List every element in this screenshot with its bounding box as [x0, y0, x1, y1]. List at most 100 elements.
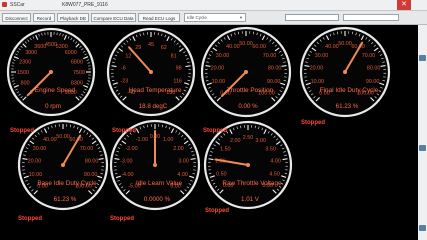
major-tick — [281, 65, 287, 67]
tick-label: 2.00 — [230, 138, 241, 144]
gauge-base-idle-duty-cycle: 0.0010.0020.0030.0040.0050.0060.0070.008… — [17, 119, 109, 211]
tick-label: 98 — [176, 66, 182, 72]
gauge-label: Raw Throttle Voltage — [222, 180, 282, 187]
app-name: SSCar — [10, 2, 25, 8]
tick-label: 2.50 — [243, 135, 254, 141]
needle-hub — [61, 163, 65, 167]
gauge-label: Throttle Position — [227, 87, 274, 94]
tick-label: 80.00 — [367, 65, 381, 71]
gauge-status: Stopped — [18, 216, 42, 222]
tick-label: -2.00 — [125, 146, 137, 152]
tick-label: 116 — [173, 79, 182, 85]
tick-label: 1.00 — [163, 137, 174, 143]
tick-label: -4.00 — [121, 172, 133, 178]
gauge-label: Engine Speed — [35, 87, 76, 94]
read-ecu-logs-button[interactable]: Read ECU Logs — [138, 13, 180, 22]
tick-label: 1.50 — [220, 147, 231, 153]
tick-label: 29 — [135, 45, 141, 51]
major-tick — [114, 158, 120, 160]
gauge-status: Stopped — [301, 120, 325, 126]
tick-label: 3.00 — [255, 138, 266, 144]
tick-label: 40.00 — [43, 137, 57, 143]
tick-label: -3.00 — [120, 158, 132, 164]
document-name: K8W077_PRE_9116 — [62, 2, 108, 8]
major-tick — [190, 158, 196, 160]
tick-label: -6 — [121, 66, 126, 72]
gauge-raw-throttle-voltage: 0.000.501.001.502.002.503.003.504.004.50… — [203, 120, 293, 210]
needle-hub — [49, 70, 53, 74]
tick-label: 60.00 — [252, 44, 266, 50]
tick-label: 80.00 — [85, 158, 99, 164]
compare-ecu-data-button[interactable]: Compare ECU Data — [91, 13, 136, 22]
mode-select-value: Idle Cycle — [187, 15, 207, 20]
tick-label: 30.00 — [33, 146, 47, 152]
tick-label: 20.00 — [211, 65, 225, 71]
needle-hub — [153, 163, 157, 167]
tick-label: 50.00 — [239, 41, 253, 47]
gauge-value: 0 rpm — [45, 103, 61, 110]
tick-label: 2.00 — [173, 146, 184, 152]
tick-label: 2300 — [19, 59, 31, 65]
tick-label: 4.50 — [269, 172, 280, 178]
side-button-1[interactable] — [419, 55, 426, 61]
gauge-engine-speed: 0800150023003000360045005300600068007500… — [6, 27, 96, 117]
close-icon[interactable]: ✕ — [397, 0, 411, 10]
tick-label: 4.00 — [270, 159, 281, 165]
tick-label: 6800 — [71, 59, 83, 65]
major-tick — [111, 65, 117, 68]
tick-label: 3000 — [25, 50, 37, 56]
gauge-value: 18.8 degC — [139, 103, 168, 110]
tick-label: 30.00 — [315, 53, 329, 59]
right-toolbar — [418, 25, 427, 240]
record-button[interactable]: Record — [33, 13, 55, 22]
app-icon — [2, 2, 7, 7]
gauge-label: Idle Learn Value — [136, 180, 183, 187]
tick-label: 40.00 — [226, 44, 240, 50]
gauge-status: Stopped — [110, 216, 134, 222]
tick-label: 6000 — [65, 50, 77, 56]
gauge-throttle-position: 0.0010.0020.0030.0040.0050.0060.0070.008… — [200, 26, 292, 118]
tick-label: 70.00 — [80, 146, 94, 152]
tick-label: 4.00 — [177, 172, 188, 178]
tick-label: 8300 — [71, 81, 83, 87]
needle-hub — [244, 70, 248, 74]
gauge-value: 0.00 % — [238, 103, 258, 110]
tick-label: -1.00 — [136, 137, 148, 143]
gauge-idle-learn-value: -5.00-4.00-3.00-2.00-1.000.001.002.003.0… — [109, 119, 201, 211]
chevron-down-icon: ▼ — [239, 15, 243, 20]
gauge-label: Final Idle Duty Cycle — [320, 87, 379, 94]
tick-label: 1500 — [17, 70, 29, 76]
mode-select[interactable]: Idle Cycle ▼ — [184, 13, 246, 22]
tick-label: 90.00 — [366, 79, 380, 85]
toolbar: Disconnect Record Playback DB Compare EC… — [0, 11, 427, 25]
tick-label: 80.00 — [268, 65, 282, 71]
gauge-label: Base Idle Duty Cycle — [37, 180, 97, 187]
gauge-value: 0.0000 % — [144, 196, 171, 203]
major-tick — [98, 158, 104, 160]
playback-db-button[interactable]: Playback DB — [57, 13, 89, 22]
tick-label: 90.00 — [84, 172, 98, 178]
progress-bar — [285, 14, 339, 21]
tick-label: 3.00 — [178, 158, 189, 164]
disconnect-button[interactable]: Disconnect — [2, 13, 31, 22]
side-button-2[interactable] — [419, 145, 426, 151]
major-tick — [282, 158, 288, 161]
tick-label: 10.00 — [29, 172, 43, 178]
tick-label: 10.00 — [311, 79, 325, 85]
tick-label: 40.00 — [325, 44, 339, 50]
gauge-status: Stopped — [203, 128, 227, 134]
title-bar: SSCar K8W077_PRE_9116 ✕ — [0, 0, 427, 11]
tick-label: 12 — [125, 54, 131, 60]
tick-label: 10.00 — [212, 79, 226, 85]
tick-label: 70.00 — [362, 53, 376, 59]
tick-label: 3.50 — [265, 147, 276, 153]
status-field — [343, 14, 399, 21]
gauge-status: Stopped — [112, 128, 136, 134]
side-button-3[interactable] — [419, 225, 426, 231]
gauge-value: 61.23 % — [336, 103, 359, 110]
gauge-head-temperature: -40-23-6122945628198116130Head Temperatu… — [106, 27, 196, 117]
tick-label: -23 — [120, 79, 128, 85]
gauge-status: Stopped — [10, 128, 34, 134]
tick-label: 62 — [161, 45, 167, 51]
gauge-status: Stopped — [205, 208, 229, 214]
